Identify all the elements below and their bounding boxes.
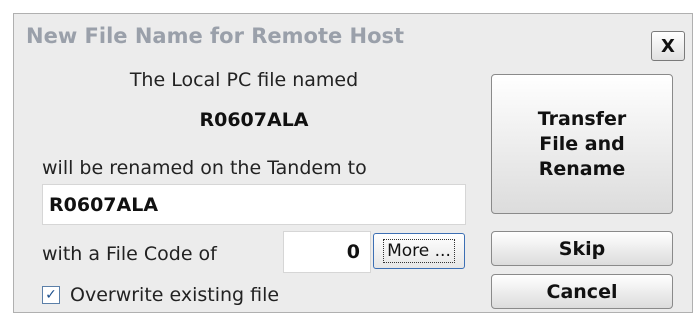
transfer-button-label: Transfer File and Rename [537,107,627,180]
file-code-input[interactable]: 0 [283,231,371,273]
remote-file-name-input[interactable]: R0607ALA [42,184,466,225]
overwrite-checkbox[interactable]: ✓ [42,286,60,304]
close-button[interactable]: X [651,31,685,61]
local-file-label: The Local PC file named [129,69,359,91]
more-button[interactable]: More ... [373,233,465,269]
checkmark-icon: ✓ [45,287,57,303]
dialog-title: New File Name for Remote Host [26,24,405,48]
local-file-name: R0607ALA [199,109,309,131]
rename-dialog: New File Name for Remote Host X The Loca… [13,13,693,313]
cancel-button[interactable]: Cancel [491,274,673,309]
transfer-and-rename-button[interactable]: Transfer File and Rename [491,74,673,214]
file-code-label: with a File Code of [42,243,217,265]
more-button-label: More ... [383,239,455,263]
overwrite-row[interactable]: ✓ Overwrite existing file [42,284,279,306]
skip-button[interactable]: Skip [491,231,673,266]
overwrite-label: Overwrite existing file [70,284,280,306]
rename-label: will be renamed on the Tandem to [42,157,367,179]
